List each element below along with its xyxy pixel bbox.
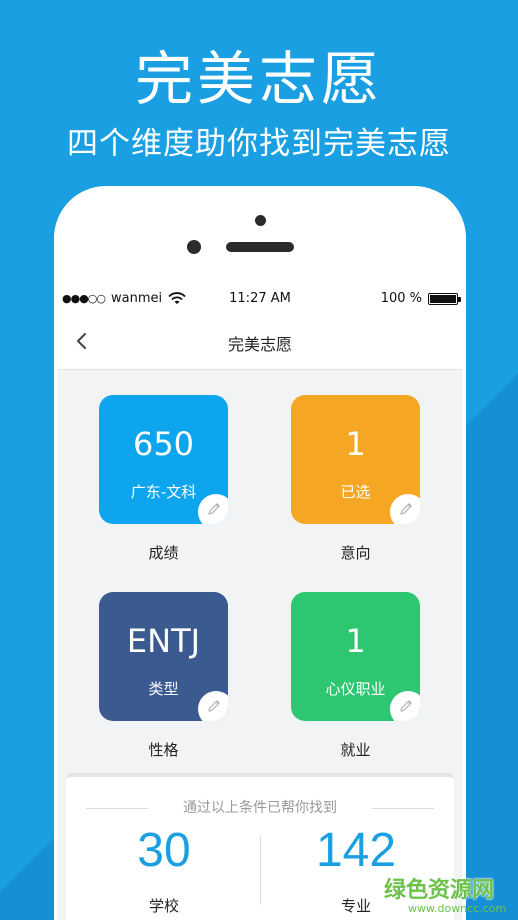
nav-title: 完美志愿 (227, 335, 292, 354)
promo-subtitle: 四个维度助你找到完美志愿 (67, 126, 451, 162)
personality-card[interactable]: ENTJ 类型 (99, 592, 228, 721)
watermark: 绿色资源网 www.downcc.com (384, 872, 514, 915)
intention-value: 1 (345, 425, 366, 463)
pencil-icon (400, 700, 412, 712)
edit-score-button[interactable] (198, 494, 228, 524)
pencil-icon (208, 700, 220, 712)
pencil-icon (208, 503, 220, 515)
proximity-sensor (187, 240, 201, 254)
status-bar: ●●●○○ wanmei 11:27 AM 100 % (58, 286, 462, 312)
watermark-url: www.downcc.com (408, 902, 507, 915)
intention-label: 意向 (340, 544, 371, 562)
edit-employment-button[interactable] (390, 691, 420, 721)
app-screen: ●●●○○ wanmei 11:27 AM 100 % 完美志愿 650 广东-… (58, 286, 462, 920)
promo-title: 完美志愿 (134, 45, 383, 113)
employment-card[interactable]: 1 心仪职业 (291, 592, 420, 721)
earpiece-speaker (226, 242, 294, 252)
majors-count[interactable]: 142 (276, 823, 436, 878)
battery-percentage: 100 % (380, 291, 422, 306)
battery-icon (428, 292, 461, 305)
employment-value: 1 (345, 622, 366, 660)
watermark-text: 绿色资源网 (384, 878, 495, 903)
result-caption: 通过以上条件已帮你找到 (183, 800, 337, 816)
score-label: 成绩 (148, 544, 179, 562)
personality-label: 性格 (148, 741, 179, 759)
schools-label: 学校 (148, 897, 179, 915)
intention-card[interactable]: 1 已选 (291, 395, 420, 524)
score-value: 650 (132, 425, 195, 463)
edit-personality-button[interactable] (198, 691, 228, 721)
front-camera (255, 215, 266, 226)
personality-value: ENTJ (126, 622, 201, 660)
result-divider (260, 835, 261, 905)
schools-count[interactable]: 30 (84, 823, 244, 878)
edit-intention-button[interactable] (390, 494, 420, 524)
pencil-icon (400, 503, 412, 515)
nav-bar: 完美志愿 (58, 312, 462, 370)
employment-label: 就业 (340, 741, 371, 759)
score-card[interactable]: 650 广东-文科 (99, 395, 228, 524)
